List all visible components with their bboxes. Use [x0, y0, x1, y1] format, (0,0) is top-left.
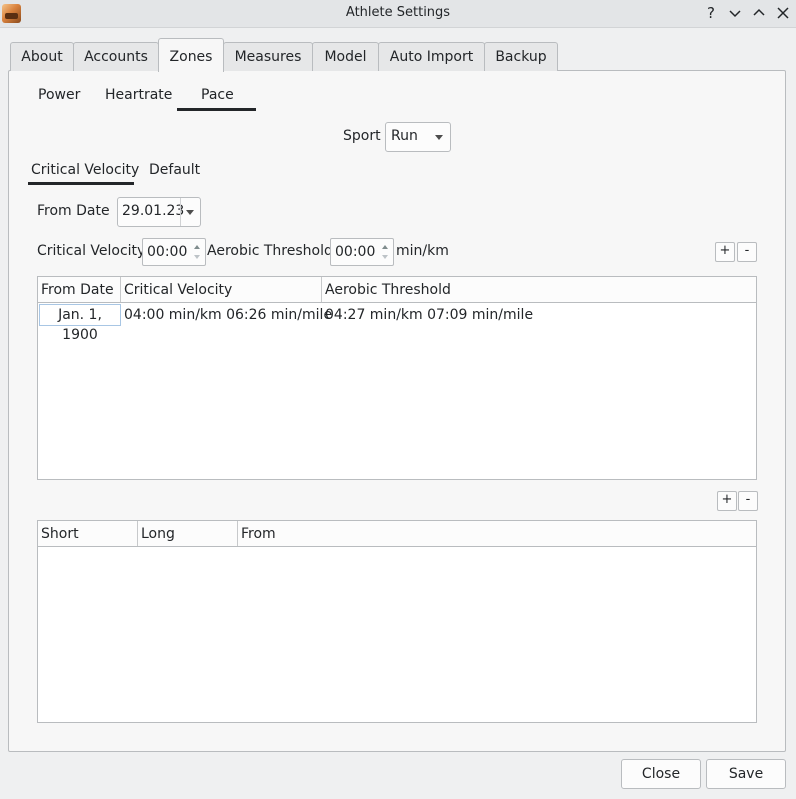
- subtab-critical-velocity[interactable]: Critical Velocity: [31, 162, 139, 178]
- column-header-aerobic-threshold[interactable]: Aerobic Threshold: [322, 277, 756, 302]
- combo-divider: [180, 198, 181, 226]
- column-header-long[interactable]: Long: [138, 521, 238, 546]
- cell-from-date[interactable]: Jan. 1, 1900: [39, 304, 121, 343]
- tab-model[interactable]: Model: [312, 42, 379, 71]
- calendar-dropdown-icon[interactable]: [186, 210, 194, 215]
- sport-value: Run: [391, 128, 418, 144]
- remove-cv-button[interactable]: -: [737, 242, 757, 262]
- column-header-from[interactable]: From: [238, 521, 756, 546]
- maximize-icon[interactable]: [749, 3, 769, 23]
- from-date-label: From Date: [37, 203, 110, 219]
- add-zone-button[interactable]: +: [717, 491, 737, 511]
- subtab-pace-indicator: [177, 108, 256, 111]
- critical-velocity-label: Critical Velocity: [37, 243, 146, 259]
- spin-down-icon[interactable]: [194, 255, 200, 259]
- tab-backup[interactable]: Backup: [484, 42, 558, 71]
- subtab-critical-velocity-indicator: [28, 182, 134, 185]
- cell-aerobic-threshold[interactable]: 04:27 min/km 07:09 min/mile: [325, 305, 533, 325]
- tab-accounts[interactable]: Accounts: [73, 42, 159, 71]
- table-row[interactable]: Jan. 1, 1900 04:00 min/km 06:26 min/mile…: [38, 304, 756, 343]
- column-header-from-date[interactable]: From Date: [38, 277, 121, 302]
- close-button[interactable]: Close: [621, 759, 701, 789]
- aerobic-threshold-value: 00:00: [335, 244, 376, 260]
- unit-label: min/km: [396, 243, 449, 259]
- cv-table[interactable]: From Date Critical Velocity Aerobic Thre…: [37, 276, 757, 480]
- column-header-critical-velocity[interactable]: Critical Velocity: [121, 277, 322, 302]
- sport-label: Sport: [343, 128, 381, 144]
- critical-velocity-value: 00:00: [147, 244, 188, 260]
- window-title: Athlete Settings: [345, 5, 451, 20]
- tab-auto-import[interactable]: Auto Import: [378, 42, 485, 71]
- remove-zone-button[interactable]: -: [738, 491, 758, 511]
- sport-select[interactable]: Run: [385, 122, 451, 152]
- spin-up-icon[interactable]: [382, 245, 388, 249]
- subtab-pace[interactable]: Pace: [201, 87, 234, 103]
- minimize-icon[interactable]: [725, 3, 745, 23]
- spin-down-icon[interactable]: [382, 255, 388, 259]
- table-header: Short Long From: [38, 521, 756, 547]
- cell-critical-velocity[interactable]: 04:00 min/km 06:26 min/mile: [124, 305, 332, 325]
- close-icon[interactable]: [773, 3, 793, 23]
- aerobic-threshold-label: Aerobic Threshold: [207, 243, 333, 259]
- tab-about[interactable]: About: [10, 42, 74, 71]
- save-button[interactable]: Save: [706, 759, 786, 789]
- tab-zones[interactable]: Zones: [158, 38, 224, 72]
- help-icon[interactable]: ?: [701, 3, 721, 23]
- subtab-default[interactable]: Default: [149, 162, 200, 178]
- subtab-heartrate[interactable]: Heartrate: [105, 87, 172, 103]
- from-date-select[interactable]: 29.01.23: [117, 197, 201, 227]
- subtab-power[interactable]: Power: [38, 87, 80, 103]
- critical-velocity-spinbox[interactable]: 00:00: [142, 238, 206, 266]
- aerobic-threshold-spinbox[interactable]: 00:00: [330, 238, 394, 266]
- spin-up-icon[interactable]: [194, 245, 200, 249]
- from-date-value: 29.01.23: [122, 203, 185, 219]
- zones-table[interactable]: Short Long From: [37, 520, 757, 723]
- column-header-short[interactable]: Short: [38, 521, 138, 546]
- chevron-down-icon: [435, 135, 443, 140]
- add-cv-button[interactable]: +: [715, 242, 735, 262]
- tab-measures[interactable]: Measures: [223, 42, 313, 71]
- table-header: From Date Critical Velocity Aerobic Thre…: [38, 277, 756, 303]
